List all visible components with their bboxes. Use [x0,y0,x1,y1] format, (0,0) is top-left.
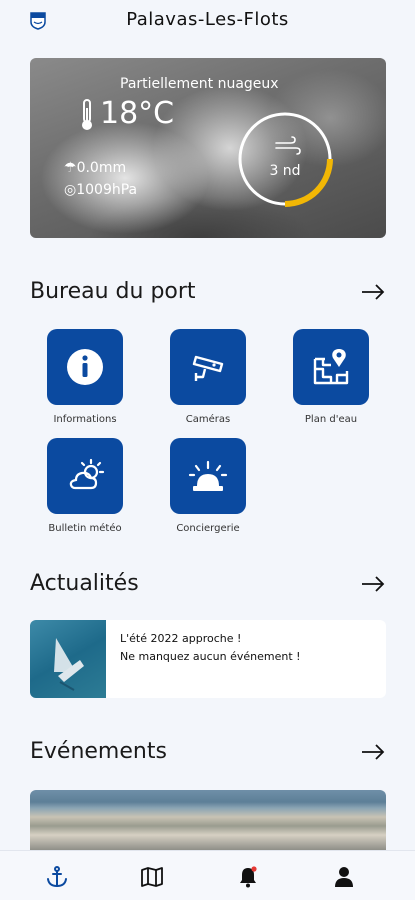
tile-plan-eau-label: Plan d'eau [304,414,358,425]
tile-plan-eau[interactable]: Plan d'eau [269,329,393,425]
thermometer-icon [82,99,92,130]
tile-cameras-box[interactable] [170,329,246,405]
news-image [30,620,106,698]
tile-conciergerie-box[interactable] [170,438,246,514]
tile-cameras-label: Caméras [185,414,231,425]
weather-icon [69,458,105,490]
pressure-value: 1009hPa [76,182,138,198]
tile-cameras[interactable]: Caméras [146,329,270,425]
tile-informations-box[interactable] [47,329,123,405]
notification-badge [251,866,257,872]
news-card[interactable]: L'été 2022 approche ! Ne manquez aucun é… [30,620,386,698]
camera-icon [192,355,224,381]
rain-value: 0.0mm [76,160,127,176]
evenements-arrow-icon[interactable] [360,743,386,761]
sailboat-icon [54,638,84,691]
event-image[interactable] [30,790,386,850]
tile-plan-eau-box[interactable] [293,329,369,405]
page-title: Palavas-Les-Flots [126,9,289,30]
weather-condition: Partiellement nuageux [120,76,279,92]
user-icon[interactable] [332,865,356,889]
bureau-arrow-icon[interactable] [360,283,386,301]
tile-conciergerie[interactable]: Conciergerie [146,438,270,534]
info-icon [67,349,103,385]
weather-rain: ☂0.0mm [64,160,126,176]
wind-speed: 3 nd [269,163,301,179]
weather-card[interactable]: Partiellement nuageux 18°C ☂0.0mm ◎1009h… [30,58,386,238]
tile-bulletin-meteo-box[interactable] [47,438,123,514]
siren-icon [188,460,228,491]
tile-informations-label: Informations [53,414,117,425]
bell-icon[interactable] [236,865,260,889]
pressure-icon: ◎ [64,182,77,198]
umbrella-icon: ☂ [64,160,77,176]
weather-pressure: ◎1009hPa [64,182,137,198]
anchor-icon[interactable] [45,865,69,889]
weather-temperature: 18°C [100,96,175,131]
app-header: Palavas-Les-Flots [0,0,415,42]
section-title-bureau: Bureau du port [30,279,196,304]
tile-bulletin-meteo[interactable]: Bulletin météo [23,438,147,534]
wind-icon [275,136,301,155]
tile-informations[interactable]: Informations [23,329,147,425]
tile-conciergerie-label: Conciergerie [176,523,240,534]
section-title-evenements: Evénements [30,739,167,764]
map-icon[interactable] [140,865,164,889]
wind-gauge [238,112,333,207]
news-subtitle: Ne manquez aucun événement ! [120,650,301,663]
news-title: L'été 2022 approche ! [120,632,242,645]
section-title-actualites: Actualités [30,571,139,596]
map-pin-icon [313,349,349,385]
tile-bulletin-meteo-label: Bulletin météo [48,523,122,534]
actualites-arrow-icon[interactable] [360,575,386,593]
bottom-nav [0,850,415,900]
